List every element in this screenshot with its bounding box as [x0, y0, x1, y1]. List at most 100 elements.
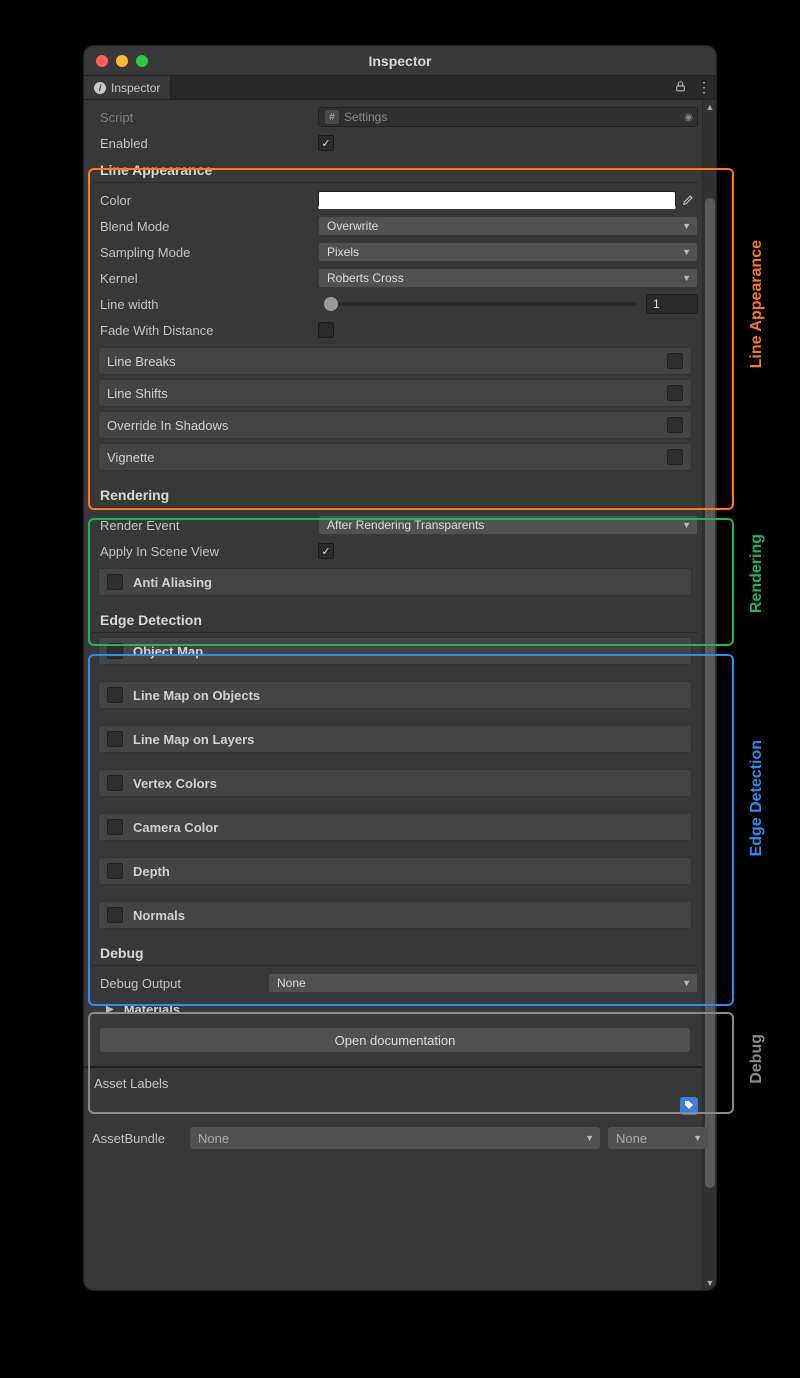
- line-width-slider[interactable]: [324, 302, 636, 306]
- script-row: Script # Settings ◉: [92, 104, 698, 130]
- foldout-camera-color[interactable]: Camera Color: [98, 813, 692, 841]
- chevron-down-icon: ▼: [682, 221, 691, 231]
- lock-icon[interactable]: [674, 80, 687, 96]
- foldout-arrow-icon: ▶: [106, 1004, 114, 1015]
- script-asset-icon: #: [325, 110, 339, 124]
- tab-inspector[interactable]: i Inspector: [84, 76, 171, 99]
- object-map-checkbox[interactable]: [107, 643, 123, 659]
- fade-checkbox[interactable]: [318, 322, 334, 338]
- foldout-override-shadows[interactable]: Override In Shadows: [98, 411, 692, 439]
- apply-scene-checkbox[interactable]: ✓: [318, 543, 334, 559]
- highlight-label-edge-detection: Edge Detection: [748, 740, 766, 856]
- render-event-label: Render Event: [92, 518, 312, 533]
- override-shadows-checkbox[interactable]: [667, 417, 683, 433]
- asset-labels-header: Asset Labels: [84, 1068, 716, 1097]
- script-label: Script: [92, 110, 312, 125]
- line-shifts-checkbox[interactable]: [667, 385, 683, 401]
- section-edge-detection: Edge Detection: [92, 606, 698, 633]
- sampling-mode-row: Sampling Mode Pixels ▼: [92, 239, 698, 265]
- script-value: Settings: [344, 110, 387, 124]
- sampling-mode-dropdown[interactable]: Pixels ▼: [318, 242, 698, 262]
- foldout-line-shifts[interactable]: Line Shifts: [98, 379, 692, 407]
- blend-mode-label: Blend Mode: [92, 219, 312, 234]
- render-event-row: Render Event After Rendering Transparent…: [92, 512, 698, 538]
- foldout-anti-aliasing[interactable]: Anti Aliasing: [98, 568, 692, 596]
- line-map-layers-checkbox[interactable]: [107, 731, 123, 747]
- line-width-input[interactable]: 1: [646, 294, 698, 314]
- line-width-label: Line width: [92, 297, 312, 312]
- foldout-line-breaks[interactable]: Line Breaks: [98, 347, 692, 375]
- foldout-depth[interactable]: Depth: [98, 857, 692, 885]
- render-event-dropdown[interactable]: After Rendering Transparents ▼: [318, 515, 698, 535]
- sampling-mode-label: Sampling Mode: [92, 245, 312, 260]
- asset-bundle-row: AssetBundle None ▼ None ▼: [84, 1123, 716, 1159]
- apply-scene-row: Apply In Scene View ✓: [92, 538, 698, 564]
- script-field[interactable]: # Settings ◉: [318, 107, 698, 127]
- eyedropper-icon[interactable]: [680, 192, 698, 209]
- window-title: Inspector: [84, 53, 716, 69]
- highlight-label-line-appearance: Line Appearance: [748, 240, 766, 368]
- foldout-normals[interactable]: Normals: [98, 901, 692, 929]
- fade-label: Fade With Distance: [92, 323, 312, 338]
- section-line-appearance: Line Appearance: [92, 156, 698, 183]
- kebab-menu-icon[interactable]: ⋮: [697, 79, 710, 96]
- open-documentation-button[interactable]: Open documentation: [100, 1028, 690, 1052]
- asset-label-tag-row: [84, 1097, 716, 1123]
- inspector-content: ▲ ▼ Script # Settings ◉ Enabled: [84, 100, 716, 1290]
- foldout-line-map-objects[interactable]: Line Map on Objects: [98, 681, 692, 709]
- fade-row: Fade With Distance: [92, 317, 698, 343]
- kernel-dropdown[interactable]: Roberts Cross ▼: [318, 268, 698, 288]
- camera-color-checkbox[interactable]: [107, 819, 123, 835]
- apply-scene-label: Apply In Scene View: [92, 544, 312, 559]
- depth-checkbox[interactable]: [107, 863, 123, 879]
- titlebar: Inspector: [84, 46, 716, 76]
- line-width-row: Line width 1: [92, 291, 698, 317]
- foldout-vignette[interactable]: Vignette: [98, 443, 692, 471]
- debug-output-label: Debug Output: [92, 976, 262, 991]
- scroll-up-arrow-icon[interactable]: ▲: [703, 100, 716, 114]
- foldout-object-map[interactable]: Object Map: [98, 637, 692, 665]
- section-debug: Debug: [92, 939, 698, 966]
- section-rendering: Rendering: [92, 481, 698, 508]
- foldout-line-map-layers[interactable]: Line Map on Layers: [98, 725, 692, 753]
- inspector-window: Inspector i Inspector ⋮ ▲ ▼ Script: [84, 46, 716, 1290]
- chevron-down-icon: ▼: [682, 273, 691, 283]
- asset-bundle-main-dropdown[interactable]: None ▼: [190, 1127, 600, 1149]
- foldout-vertex-colors[interactable]: Vertex Colors: [98, 769, 692, 797]
- debug-output-row: Debug Output None ▼: [92, 970, 698, 996]
- blend-mode-dropdown[interactable]: Overwrite ▼: [318, 216, 698, 236]
- object-picker-icon[interactable]: ◉: [684, 112, 693, 123]
- materials-row[interactable]: ▶ Materials: [92, 996, 698, 1022]
- highlight-label-rendering: Rendering: [748, 534, 766, 613]
- tab-bar: i Inspector ⋮: [84, 76, 716, 100]
- chevron-down-icon: ▼: [682, 247, 691, 257]
- asset-bundle-variant-dropdown[interactable]: None ▼: [608, 1127, 708, 1149]
- kernel-label: Kernel: [92, 271, 312, 286]
- info-icon: i: [94, 82, 106, 94]
- vertex-colors-checkbox[interactable]: [107, 775, 123, 791]
- scroll-down-arrow-icon[interactable]: ▼: [703, 1276, 716, 1290]
- tab-label: Inspector: [111, 81, 160, 95]
- slider-thumb[interactable]: [324, 297, 338, 311]
- normals-checkbox[interactable]: [107, 907, 123, 923]
- enabled-row: Enabled ✓: [92, 130, 698, 156]
- asset-label-tag-icon[interactable]: [680, 1097, 698, 1115]
- color-field[interactable]: [318, 191, 676, 209]
- enabled-label: Enabled: [92, 136, 312, 151]
- scrollbar[interactable]: ▲ ▼: [702, 100, 716, 1290]
- vignette-checkbox[interactable]: [667, 449, 683, 465]
- debug-output-dropdown[interactable]: None ▼: [268, 973, 698, 993]
- kernel-row: Kernel Roberts Cross ▼: [92, 265, 698, 291]
- anti-aliasing-checkbox[interactable]: [107, 574, 123, 590]
- chevron-down-icon: ▼: [682, 978, 691, 988]
- chevron-down-icon: ▼: [585, 1133, 594, 1143]
- chevron-down-icon: ▼: [682, 520, 691, 530]
- asset-bundle-label: AssetBundle: [92, 1131, 182, 1146]
- materials-label: Materials: [124, 1002, 180, 1017]
- enabled-checkbox[interactable]: ✓: [318, 135, 334, 151]
- color-row: Color: [92, 187, 698, 213]
- scroll-thumb[interactable]: [705, 198, 715, 1188]
- color-label: Color: [92, 193, 312, 208]
- line-breaks-checkbox[interactable]: [667, 353, 683, 369]
- line-map-objects-checkbox[interactable]: [107, 687, 123, 703]
